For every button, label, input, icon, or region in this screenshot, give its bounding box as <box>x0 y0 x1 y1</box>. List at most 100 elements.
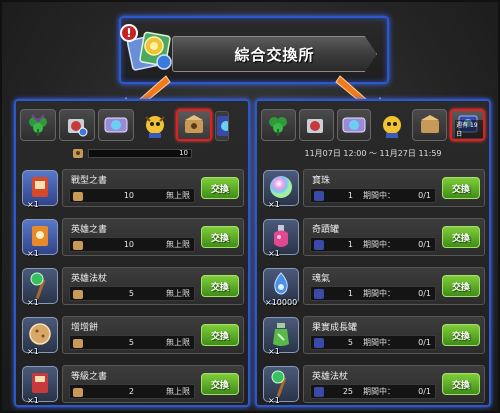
list-item: ×10000 魂氣 1 期間中： 0/1 交換 <box>261 265 485 307</box>
green-staff-icon: ×1 <box>263 366 299 405</box>
exchange-button[interactable]: 交換 <box>442 324 480 346</box>
item-qty: ×1 <box>27 298 39 307</box>
item-cost: 5 <box>347 338 353 347</box>
item-meta: 10 無上限 <box>69 237 195 252</box>
clover-icon <box>269 117 288 136</box>
item-meta: 1 期間中： 0/1 <box>310 188 436 203</box>
item-meta: 5 無上限 <box>69 286 195 301</box>
exchange-button[interactable]: 交換 <box>442 226 480 248</box>
medal-icon <box>73 387 83 397</box>
right-exchange-panel: 週有 19日 11月07日 12:00 〜 11月27日 11:59 ×1 寶珠… <box>255 99 491 407</box>
item-limit: 無上限 <box>166 338 190 347</box>
item-body: 等級之書 2 無上限 交換 <box>62 365 244 403</box>
list-item: ×1 寶珠 1 期間中： 0/1 交換 <box>261 167 485 209</box>
page-title: 綜合交換所 <box>172 36 377 72</box>
item-qty: ×1 <box>268 200 280 209</box>
tab-week-book[interactable]: 週有 19日 <box>450 109 485 141</box>
tab-clover[interactable] <box>261 109 296 141</box>
week-token-icon <box>314 239 324 250</box>
exchange-button[interactable]: 交換 <box>442 275 480 297</box>
soul-icon: ×10000 <box>263 268 299 307</box>
exchange-button[interactable]: 交換 <box>201 324 239 346</box>
medal-icon <box>73 191 83 201</box>
card-pack-icon <box>420 115 439 133</box>
item-body: 英雄法杖 25 期間中： 0/1 交換 <box>303 365 485 403</box>
tab-ticket[interactable] <box>336 109 372 141</box>
item-name: 果實成長罐 <box>312 323 358 333</box>
item-body: 英雄之書 10 無上限 交換 <box>62 218 244 256</box>
points-value: 10 <box>179 149 188 157</box>
clover-icon <box>29 114 47 136</box>
exchange-button[interactable]: 交換 <box>201 226 239 248</box>
item-cost: 10 <box>123 191 134 200</box>
week-token-icon <box>314 288 324 299</box>
ticket-icon <box>342 117 366 133</box>
item-body: 寶珠 1 期間中： 0/1 交換 <box>303 169 485 207</box>
item-cost: 5 <box>128 338 134 347</box>
tab-chest[interactable] <box>59 109 95 141</box>
item-stock: 0/1 <box>418 191 431 200</box>
item-stock: 0/1 <box>418 387 431 396</box>
item-body: 奇蹟罐 1 期間中： 0/1 交換 <box>303 218 485 256</box>
item-period: 期間中： <box>363 289 395 298</box>
week-token-icon <box>314 190 324 201</box>
list-item: ×1 奇蹟罐 1 期間中： 0/1 交換 <box>261 216 485 258</box>
item-qty: ×1 <box>27 200 39 209</box>
tab-mascot[interactable] <box>137 109 173 141</box>
period-bar: 11月07日 12:00 〜 11月27日 11:59 <box>261 145 485 161</box>
item-meta: 5 期間中： 0/1 <box>310 335 436 350</box>
left-exchange-panel: 10 ×1 戰型之書 10 無上限 交換 ×1 英雄之書 10 無上限 交換 ×… <box>14 99 250 407</box>
green-staff-icon: ×1 <box>22 268 58 307</box>
exchange-button[interactable]: 交換 <box>201 275 239 297</box>
item-period: 期間中： <box>363 191 395 200</box>
item-limit: 無上限 <box>166 191 190 200</box>
item-qty: ×1 <box>27 396 39 405</box>
item-meta: 2 無上限 <box>69 384 195 399</box>
item-period: 期間中： <box>363 387 395 396</box>
item-qty: ×10000 <box>265 298 298 307</box>
item-name: 英雄法杖 <box>71 274 108 284</box>
medal-icon <box>73 149 83 158</box>
tab-mascot[interactable] <box>374 109 409 141</box>
item-qty: ×1 <box>27 347 39 356</box>
exchange-button[interactable]: 交換 <box>442 373 480 395</box>
list-item: ×1 增增餅 5 無上限 交換 <box>20 314 244 356</box>
item-body: 果實成長罐 5 期間中： 0/1 交換 <box>303 316 485 354</box>
medal-icon <box>73 289 83 299</box>
tab-ticket[interactable] <box>98 109 134 141</box>
tab-card-pack[interactable] <box>412 109 448 141</box>
exchange-button[interactable]: 交換 <box>442 177 480 199</box>
list-item: ×1 英雄法杖 5 無上限 交換 <box>20 265 244 307</box>
left-item-list: ×1 戰型之書 10 無上限 交換 ×1 英雄之書 10 無上限 交換 ×1 英… <box>20 167 244 405</box>
item-stock: 0/1 <box>418 289 431 298</box>
right-item-list: ×1 寶珠 1 期間中： 0/1 交換 ×1 奇蹟罐 1 期間中： 0/1 交換… <box>261 167 485 405</box>
item-body: 戰型之書 10 無上限 交換 <box>62 169 244 207</box>
potion-icon: ×1 <box>263 219 299 258</box>
tab-clover[interactable] <box>20 109 56 141</box>
tab-week-book[interactable] <box>215 111 229 141</box>
tab-card-pack[interactable] <box>176 109 212 141</box>
week-token-icon <box>314 386 324 397</box>
item-cost: 1 <box>347 191 353 200</box>
item-cost: 1 <box>347 289 353 298</box>
left-tab-bar <box>20 105 244 141</box>
item-qty: ×1 <box>268 347 280 356</box>
week-label: 週有 19日 <box>455 120 483 138</box>
red-book-icon: ×1 <box>22 170 58 209</box>
item-period: 期間中： <box>363 240 395 249</box>
item-qty: ×1 <box>27 249 39 258</box>
chest-icon <box>68 119 88 137</box>
exchange-screen: 綜合交換所 ! 10 ×1 戰型之書 10 無上限 交換 ×1 英雄之書 10 … <box>0 0 500 413</box>
tab-chest[interactable] <box>298 109 334 141</box>
card-pack-icon <box>185 115 203 133</box>
item-cost: 10 <box>123 240 134 249</box>
item-body: 英雄法杖 5 無上限 交換 <box>62 267 244 305</box>
item-meta: 10 無上限 <box>69 188 195 203</box>
period-text: 11月07日 12:00 〜 11月27日 11:59 <box>304 148 442 158</box>
week-book-icon <box>217 116 228 136</box>
exchange-button[interactable]: 交換 <box>201 373 239 395</box>
rainbow-orb-icon: ×1 <box>263 170 299 209</box>
item-name: 戰型之書 <box>71 176 108 186</box>
medal-icon <box>73 240 83 250</box>
exchange-button[interactable]: 交換 <box>201 177 239 199</box>
